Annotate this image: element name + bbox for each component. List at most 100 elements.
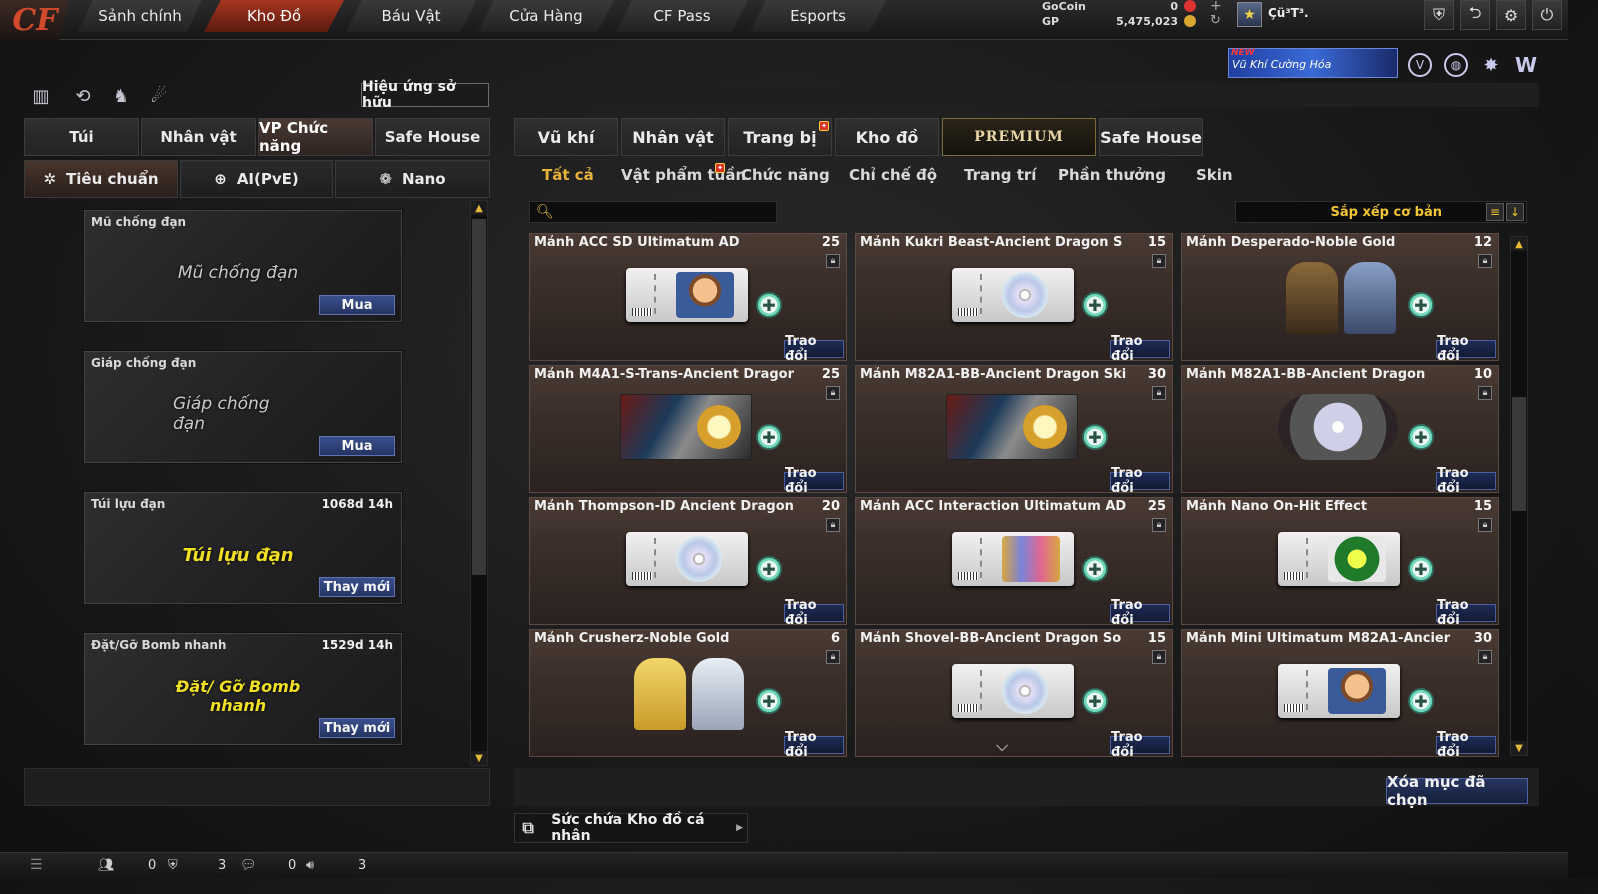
trade-button[interactable]: Trao đổi: [1436, 334, 1496, 360]
speaker-icon[interactable]: 🔊︎: [306, 858, 314, 873]
trade-button[interactable]: Trao đổi: [1110, 466, 1170, 492]
inventory-item-card[interactable]: Mảnh Desperado-Noble Gold 12 🔒︎ ✚ Trao đổi: [1181, 233, 1499, 361]
trade-button[interactable]: Trao đổi: [1436, 730, 1496, 756]
tab-characters[interactable]: Nhân vật: [621, 118, 725, 156]
trade-button[interactable]: Trao đổi: [784, 730, 844, 756]
filter-skin[interactable]: Skin: [1196, 164, 1233, 186]
promo-banner[interactable]: NEW Vũ Khí Cường Hóa: [1228, 48, 1398, 78]
tab-bag[interactable]: Túi: [24, 118, 139, 156]
tab-character[interactable]: Nhân vật: [141, 118, 256, 156]
add-coin-icon[interactable]: +: [1210, 0, 1222, 14]
renew-button[interactable]: Thay mới: [319, 577, 395, 597]
grenade-icon[interactable]: ☄: [146, 83, 172, 109]
tab-premium[interactable]: PREMIUM: [942, 118, 1096, 156]
nav-tab-treasure[interactable]: Báu Vật: [346, 0, 476, 32]
subtab-nano[interactable]: ❁ Nano: [335, 160, 490, 198]
inventory-item-card[interactable]: Mảnh Nano On-Hit Effect 15 🔒︎ ✚ Trao đổi: [1181, 497, 1499, 625]
lock-icon[interactable]: 🔒︎: [1478, 254, 1492, 268]
search-input[interactable]: [557, 204, 768, 220]
filter-all[interactable]: Tất cả: [542, 164, 594, 186]
inventory-item-card[interactable]: Mảnh ACC SD Ultimatum AD 25 🔒︎ ✚ Trao đổi: [529, 233, 847, 361]
lock-icon[interactable]: 🔒︎: [1152, 650, 1166, 664]
scroll-thumb[interactable]: [472, 219, 486, 575]
tab-equipment[interactable]: Trang bị ✦: [728, 118, 832, 156]
nav-tab-cf-pass[interactable]: CF Pass: [616, 0, 748, 32]
w-logo-icon[interactable]: W: [1512, 53, 1540, 77]
trade-button[interactable]: Trao đổi: [784, 334, 844, 360]
lock-icon[interactable]: 🔒︎: [1478, 650, 1492, 664]
subtab-ai-pve[interactable]: ⊕ AI(PvE): [180, 160, 333, 198]
chat-icon[interactable]: 💬︎: [240, 858, 257, 873]
friends-icon[interactable]: 👥︎: [98, 858, 115, 873]
lock-icon[interactable]: 🔒︎: [1152, 254, 1166, 268]
history-icon[interactable]: ⟲: [70, 83, 96, 109]
inventory-item-card[interactable]: Mảnh ACC Interaction Ultimatum AD 25 🔒︎ ✚ Tr…: [855, 497, 1173, 625]
globe-icon[interactable]: ◍: [1444, 53, 1468, 77]
tab-storage[interactable]: Kho đồ: [835, 118, 939, 156]
shield-icon[interactable]: ⛨: [1424, 0, 1454, 30]
sort-dropdown[interactable]: Sắp xếp cơ bản ≡ ↓: [1235, 201, 1527, 223]
nav-tab-shop[interactable]: Cửa Hàng: [478, 0, 614, 32]
scroll-more-chevron-icon[interactable]: ⌵: [996, 736, 1008, 756]
tab-safe-house-right[interactable]: Safe House: [1099, 118, 1203, 156]
filter-decoration[interactable]: Trang trí: [964, 164, 1036, 186]
lock-icon[interactable]: 🔒︎: [826, 518, 840, 532]
scroll-up-arrow[interactable]: ▲: [1511, 237, 1527, 251]
target-icon[interactable]: ✸: [1478, 53, 1504, 77]
menu-list-icon[interactable]: ☰: [30, 857, 43, 873]
inventory-item-card[interactable]: Mảnh M82A1-BB-Ancient Dragon Ski 30 🔒︎ ✚ Tra…: [855, 365, 1173, 493]
filter-rewards[interactable]: Phần thưởng: [1058, 164, 1166, 186]
trade-button[interactable]: Trao đổi: [1436, 598, 1496, 624]
item-card-grenade-bag[interactable]: Túi lựu đạn 1068d 14h Túi lựu đạn Thay m…: [84, 492, 402, 604]
inventory-capacity-button[interactable]: ⧉ Sức chứa Kho đồ cá nhân ▶: [514, 812, 748, 844]
left-scrollbar[interactable]: ▲ ▼: [470, 200, 488, 766]
lock-icon[interactable]: 🔒︎: [826, 650, 840, 664]
list-view-icon[interactable]: ≡: [1486, 203, 1504, 221]
nav-tab-lobby[interactable]: Sảnh chính: [78, 0, 202, 32]
sort-desc-icon[interactable]: ↓: [1506, 203, 1524, 221]
filter-weekly[interactable]: Vật phẩm tuần ✦: [621, 163, 746, 186]
item-card-armor[interactable]: Giáp chống đạn Giáp chống đạn Mua: [84, 351, 402, 463]
trade-button[interactable]: Trao đổi: [784, 598, 844, 624]
power-icon[interactable]: ⏻: [1532, 0, 1562, 30]
owned-effects-button[interactable]: Hiệu ứng sở hữu: [361, 79, 489, 111]
tab-weapons[interactable]: Vũ khí: [514, 118, 618, 156]
filter-mode-only[interactable]: Chỉ chế độ: [849, 164, 937, 186]
tab-functional-items[interactable]: VP Chức năng: [258, 118, 373, 156]
scroll-up-arrow[interactable]: ▲: [471, 201, 487, 215]
tab-safe-house[interactable]: Safe House: [375, 118, 490, 156]
gear-icon[interactable]: ⚙: [1496, 0, 1526, 30]
trade-button[interactable]: Trao đổi: [1110, 334, 1170, 360]
buy-button[interactable]: Mua: [319, 295, 395, 315]
nav-tab-esports[interactable]: Esports: [750, 0, 886, 32]
exit-room-icon[interactable]: ⮌: [1460, 0, 1490, 30]
character-icon[interactable]: ♞: [108, 83, 134, 109]
inventory-item-card[interactable]: Mảnh Kukri Beast-Ancient Dragon S 15 🔒︎ ✚ Tr…: [855, 233, 1173, 361]
inventory-item-card[interactable]: Mảnh Crusherz-Noble Gold 6 🔒︎ ✚ Trao đổi: [529, 629, 847, 757]
clan-shield-icon[interactable]: ⛨: [168, 858, 178, 873]
inventory-item-card[interactable]: Mảnh Thompson-ID Ancient Dragon 20 🔒︎ ✚ Trao…: [529, 497, 847, 625]
refresh-coin-icon[interactable]: ↻: [1210, 13, 1221, 28]
ranking-icon[interactable]: ▥: [28, 83, 54, 109]
v-badge-icon[interactable]: V: [1408, 53, 1432, 77]
lock-icon[interactable]: 🔒︎: [826, 386, 840, 400]
inventory-item-card[interactable]: Mảnh Shovel-BB-Ancient Dragon So 15 🔒︎ ✚ Tra…: [855, 629, 1173, 757]
right-scrollbar[interactable]: ▲ ▼: [1510, 236, 1528, 756]
scroll-down-arrow[interactable]: ▼: [471, 751, 487, 765]
inventory-item-card[interactable]: Mảnh M4A1-S-Trans-Ancient Dragor 25 🔒︎ ✚ Tra…: [529, 365, 847, 493]
scroll-thumb[interactable]: [1512, 397, 1526, 511]
renew-button[interactable]: Thay mới: [319, 718, 395, 738]
item-card-quick-bomb[interactable]: Đặt/Gỡ Bomb nhanh 1529d 14h Đặt/ Gỡ Bomb…: [84, 633, 402, 745]
trade-button[interactable]: Trao đổi: [1110, 730, 1170, 756]
trade-button[interactable]: Trao đổi: [784, 466, 844, 492]
delete-selected-button[interactable]: Xóa mục đã chọn: [1386, 773, 1528, 809]
scroll-down-arrow[interactable]: ▼: [1511, 741, 1527, 755]
buy-button[interactable]: Mua: [319, 436, 395, 456]
inventory-item-card[interactable]: Mảnh M82A1-BB-Ancient Dragon 10 🔒︎ ✚ Trao đổ…: [1181, 365, 1499, 493]
filter-functional[interactable]: Chức năng: [741, 164, 830, 186]
lock-icon[interactable]: 🔒︎: [1478, 386, 1492, 400]
nav-tab-inventory[interactable]: Kho Đồ: [204, 0, 344, 32]
item-card-helmet[interactable]: Mũ chống đạn Mũ chống đạn Mua: [84, 210, 402, 322]
lock-icon[interactable]: 🔒︎: [1152, 518, 1166, 532]
lock-icon[interactable]: 🔒︎: [826, 254, 840, 268]
